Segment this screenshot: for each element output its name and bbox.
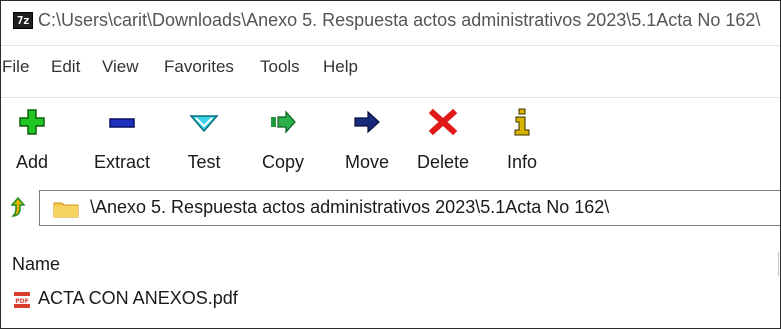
pdf-icon: PDF	[14, 292, 30, 308]
title-bar[interactable]: 7z C:\Users\carit\Downloads\Anexo 5. Res…	[1, 1, 780, 39]
app-icon[interactable]: 7z	[13, 12, 33, 29]
menu-tools[interactable]: Tools	[260, 57, 300, 77]
delete-label: Delete	[416, 152, 470, 172]
info-button[interactable]: Info	[497, 104, 547, 179]
info-icon	[514, 108, 530, 136]
divider	[1, 45, 780, 46]
window: 7z C:\Users\carit\Downloads\Anexo 5. Res…	[0, 0, 781, 329]
copy-arrow-icon	[271, 110, 296, 134]
up-folder-icon[interactable]	[11, 197, 25, 217]
menu-help[interactable]: Help	[323, 57, 358, 77]
add-label: Add	[15, 152, 49, 172]
menu-file[interactable]: File	[2, 57, 29, 77]
test-label: Test	[187, 152, 221, 172]
toolbar: Add Extract Test Copy Move Delete Info	[1, 104, 780, 179]
add-button[interactable]: Add	[1, 104, 63, 179]
menu-edit[interactable]: Edit	[51, 57, 80, 77]
arrow-right-icon	[354, 110, 380, 134]
file-name: ACTA CON ANEXOS.pdf	[38, 288, 238, 308]
path-text: \Anexo 5. Respuesta actos administrativo…	[90, 197, 610, 217]
menu-view[interactable]: View	[102, 57, 139, 77]
file-list: Name PDF ACTA CON ANEXOS.pdf	[1, 246, 780, 328]
menu-favorites[interactable]: Favorites	[164, 57, 234, 77]
column-header-name[interactable]: Name	[12, 254, 60, 275]
divider	[1, 97, 780, 98]
test-button[interactable]: Test	[173, 104, 235, 179]
delete-button[interactable]: Delete	[401, 104, 485, 179]
move-label: Move	[344, 152, 389, 172]
list-item[interactable]: PDF ACTA CON ANEXOS.pdf	[1, 288, 780, 312]
pdf-icon-text: PDF	[15, 298, 28, 305]
copy-button[interactable]: Copy	[249, 104, 317, 179]
minus-icon	[109, 118, 135, 128]
folder-icon	[53, 202, 79, 218]
chevron-down-icon	[189, 115, 219, 133]
path-input[interactable]: \Anexo 5. Respuesta actos administrativo…	[39, 190, 780, 226]
info-label: Info	[506, 152, 538, 172]
column-separator[interactable]	[778, 252, 779, 276]
plus-icon	[19, 109, 45, 135]
window-title: C:\Users\carit\Downloads\Anexo 5. Respue…	[38, 10, 761, 30]
extract-label: Extract	[93, 152, 150, 172]
extract-button[interactable]: Extract	[79, 104, 165, 179]
move-button[interactable]: Move	[331, 104, 403, 179]
address-bar: \Anexo 5. Respuesta actos administrativo…	[1, 185, 780, 231]
copy-label: Copy	[261, 152, 305, 172]
x-icon	[428, 108, 458, 136]
menu-bar: File Edit View Favorites Tools Help	[1, 57, 780, 83]
